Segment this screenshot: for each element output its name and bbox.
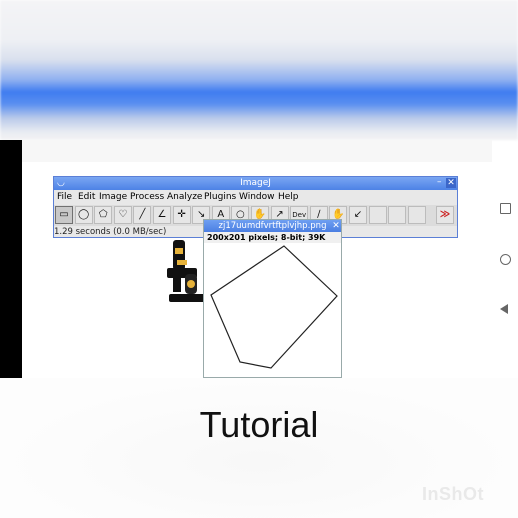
screen-top-strip [22,140,492,162]
image-window-title[interactable]: zj17uumdfvrtftplvjhp.png [204,220,341,232]
tutorial-caption: Tutorial [199,404,319,445]
menu-help[interactable]: Help [278,192,299,202]
rectangle-tool[interactable]: ▭ [55,206,73,224]
imagej-titlebar[interactable]: ◡ ImageJ – ✕ [54,177,457,190]
dropper-tool[interactable]: ↙ [349,206,367,224]
back-nav-icon[interactable] [500,304,508,314]
freehand-tool[interactable]: ♡ [113,206,132,224]
menu-plugins[interactable]: Plugins [204,192,236,202]
more-tools[interactable]: ≫ [436,206,454,224]
polygon-tool[interactable]: ⬠ [94,206,113,224]
recents-nav-icon[interactable] [500,203,511,214]
angle-tool[interactable]: ∠ [153,206,171,224]
pentagon-drawing [210,245,338,369]
menu-bar: File Edit Image Process Analyze Plugins … [54,190,457,205]
menu-window[interactable]: Window [239,192,275,202]
image-window: zj17uumdfvrtftplvjhp.png ✕ 200x201 pixel… [203,219,342,378]
minimize-button[interactable]: – [437,177,442,188]
menu-edit[interactable]: Edit [78,192,95,202]
line-tool[interactable]: ╱ [133,206,152,224]
blank-tool-3[interactable] [407,206,426,224]
home-nav-icon[interactable] [500,254,511,265]
image-close-button[interactable]: ✕ [331,221,341,231]
left-black-bar [0,140,22,378]
close-button[interactable]: ✕ [446,178,456,188]
window-title: ImageJ [240,178,271,188]
menu-analyze[interactable]: Analyze [167,192,202,202]
blank-tool-2[interactable] [388,206,407,224]
blurred-top-banner [0,0,518,140]
inshot-watermark: InShOt [422,484,484,504]
oval-tool[interactable]: ◯ [74,206,93,224]
menu-file[interactable]: File [57,192,72,202]
menu-process[interactable]: Process [130,192,164,202]
image-canvas[interactable] [204,243,341,377]
image-info: 200x201 pixels; 8-bit; 39K [207,233,326,242]
point-tool[interactable]: ✛ [172,206,191,224]
blank-tool-1[interactable] [368,206,387,224]
menu-image[interactable]: Image [99,192,127,202]
